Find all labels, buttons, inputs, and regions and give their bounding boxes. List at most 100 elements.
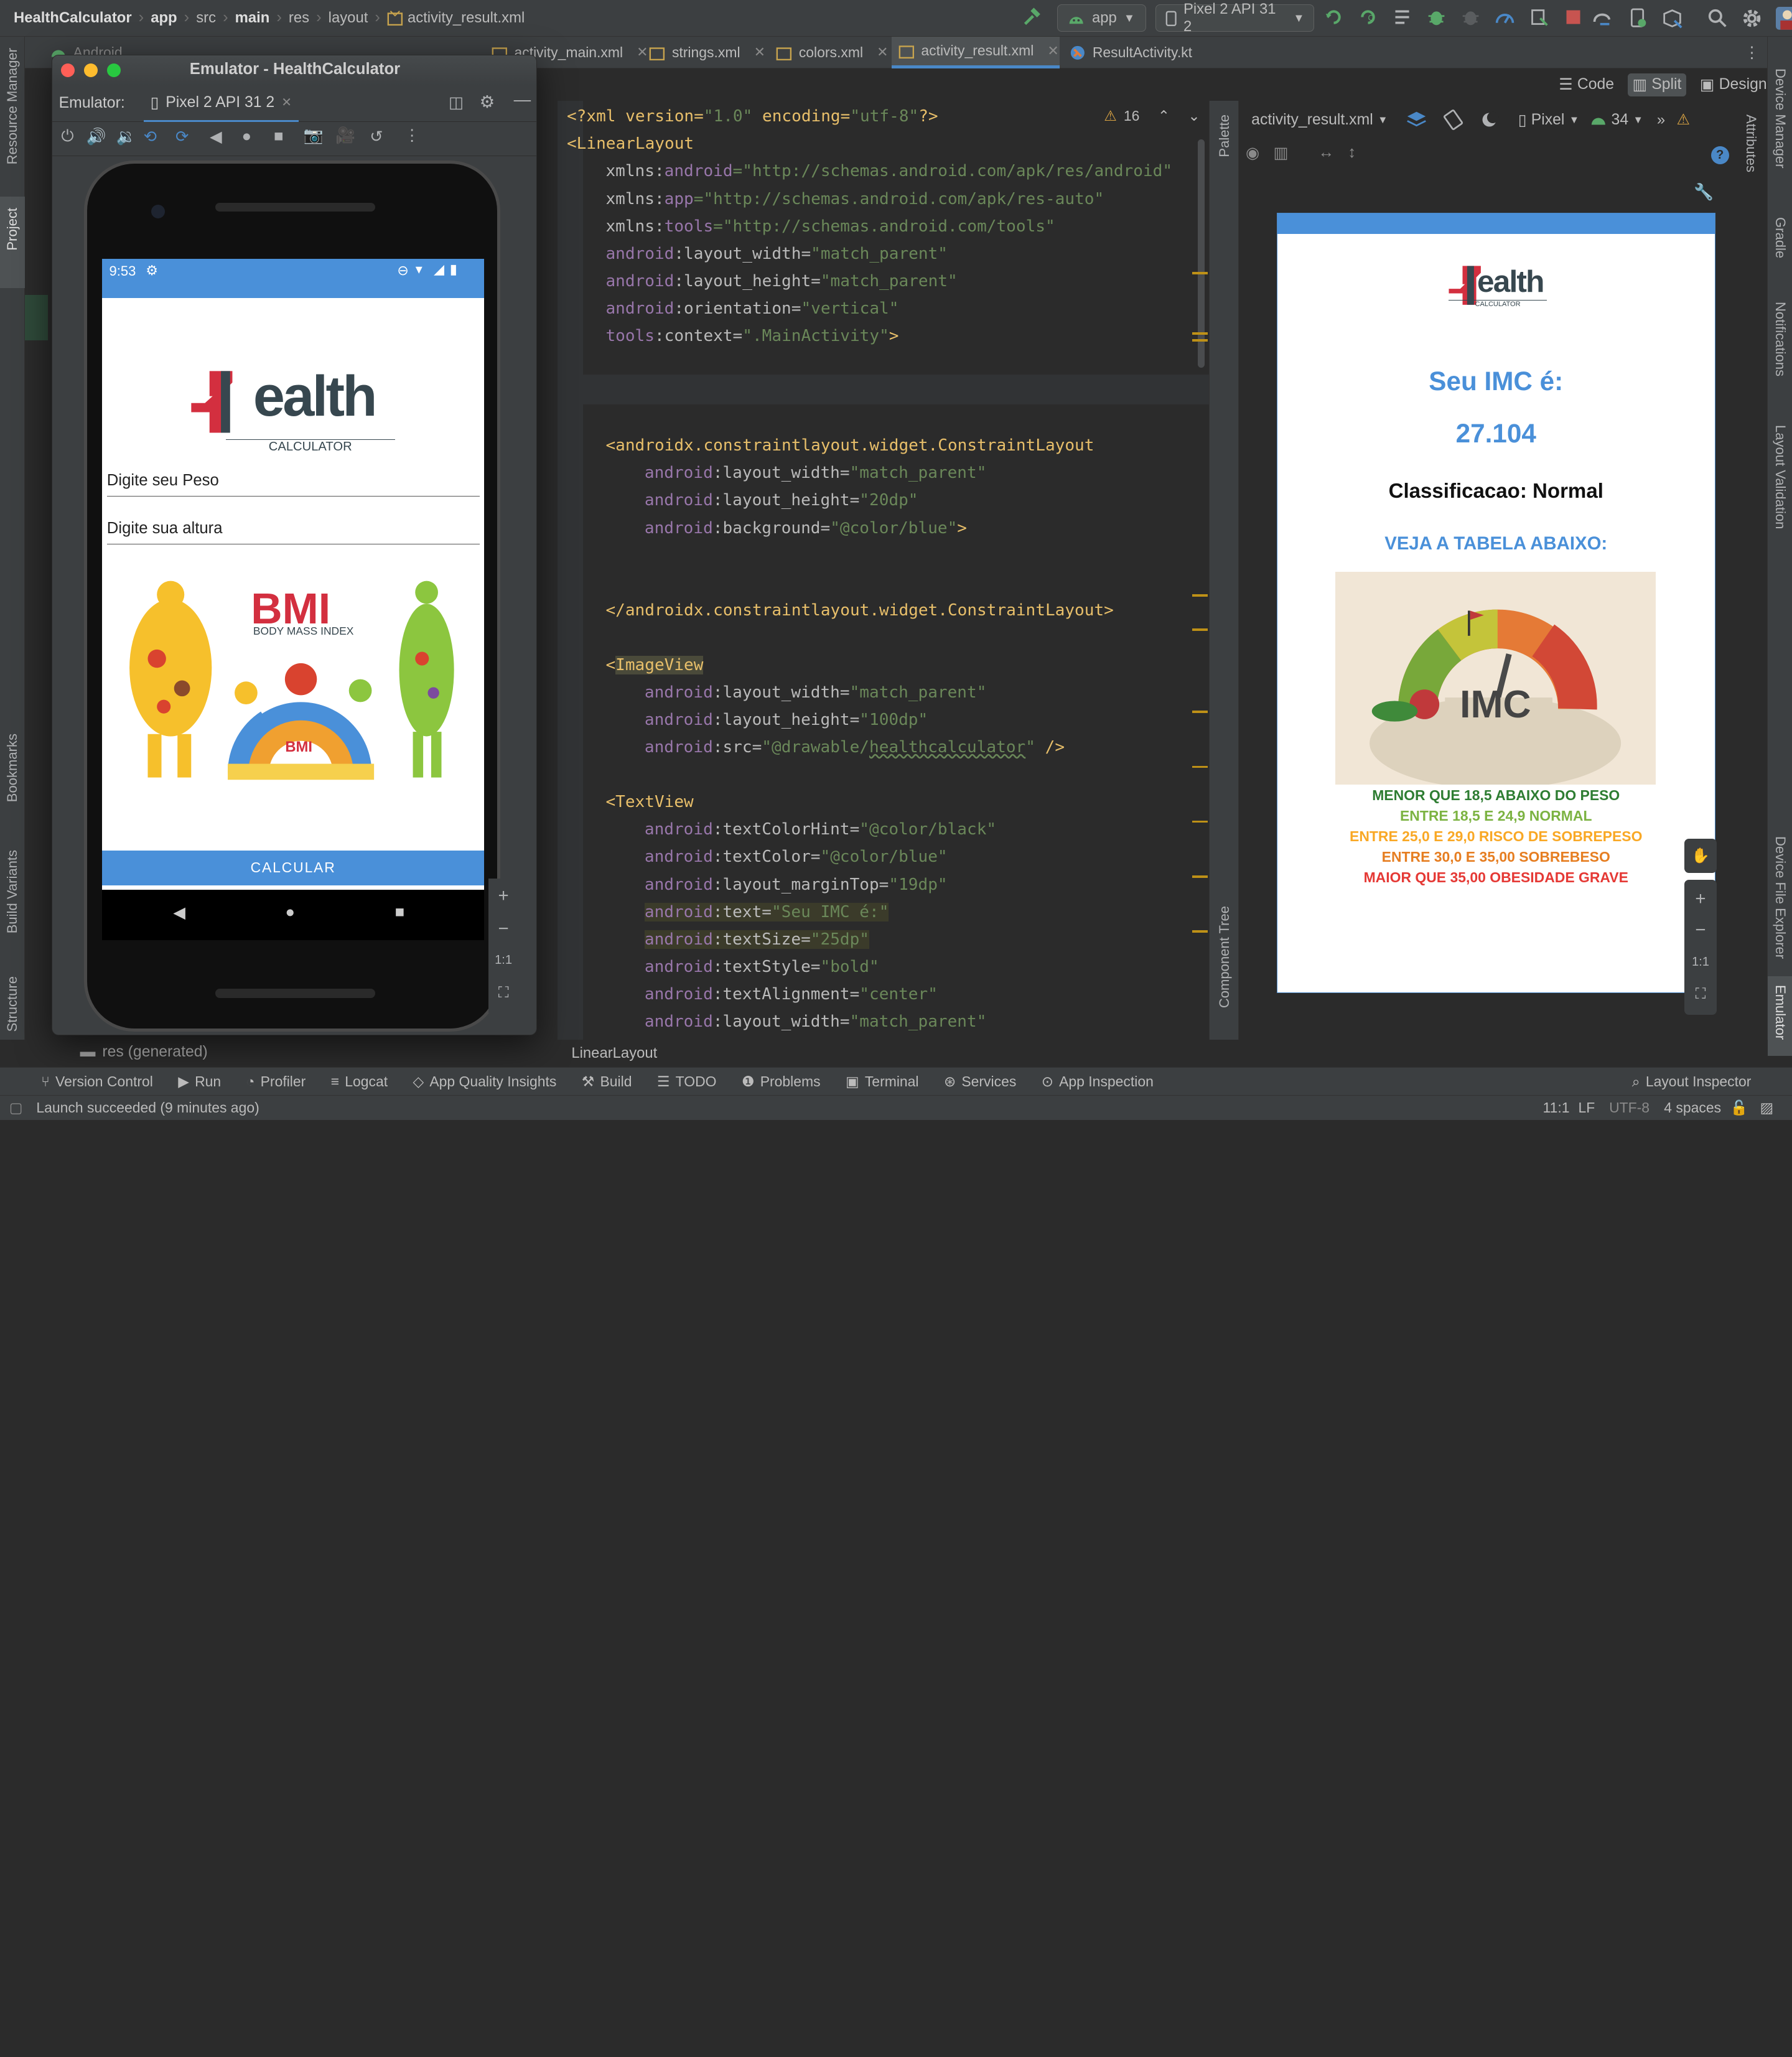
window-mode-icon[interactable]: ◫ bbox=[449, 93, 464, 112]
build-tab[interactable]: ⚒ Build bbox=[582, 1073, 632, 1090]
editor-breadcrumb[interactable]: LinearLayout bbox=[571, 1045, 657, 1062]
avatar[interactable] bbox=[1776, 7, 1792, 30]
chevron-up-icon[interactable]: ⌃ bbox=[1158, 108, 1170, 124]
palette-tab[interactable]: Palette bbox=[1216, 114, 1233, 157]
sdk-manager-icon[interactable] bbox=[1662, 7, 1682, 30]
close-icon[interactable]: ✕ bbox=[1047, 43, 1058, 59]
overview-icon[interactable]: ■ bbox=[274, 128, 284, 146]
tab-strings[interactable]: strings.xml ✕ bbox=[642, 37, 772, 68]
calculate-button[interactable]: CALCULAR bbox=[102, 851, 484, 885]
layers-icon[interactable] bbox=[1406, 110, 1427, 130]
power-icon[interactable]: ⏻ bbox=[61, 128, 73, 146]
attach-process-icon[interactable] bbox=[1529, 7, 1549, 27]
zoom-fit-icon[interactable]: ⛶ bbox=[488, 977, 518, 1009]
breadcrumb-src[interactable]: src bbox=[196, 9, 216, 27]
more-options-icon[interactable]: » bbox=[1657, 111, 1665, 129]
services-tab[interactable]: ⊛ Services bbox=[944, 1073, 1016, 1090]
zoom-actual-size[interactable]: 1:1 bbox=[488, 945, 518, 976]
notifications-tab[interactable]: Notifications bbox=[1772, 302, 1788, 376]
device-manager-icon[interactable] bbox=[1627, 7, 1648, 30]
back-icon[interactable]: ◀ bbox=[210, 128, 222, 146]
gear-icon[interactable]: ⚙ bbox=[480, 92, 495, 112]
build-hammer-icon[interactable] bbox=[1022, 7, 1042, 27]
profiler-tab[interactable]: ◔ Profiler bbox=[246, 1073, 306, 1090]
todo-tab[interactable]: ☰ TODO bbox=[657, 1073, 717, 1090]
height-input[interactable]: Digite sua altura bbox=[106, 520, 480, 545]
close-icon[interactable]: ✕ bbox=[877, 44, 888, 60]
stop-icon[interactable] bbox=[1563, 7, 1584, 27]
design-mode-button[interactable]: ▣ Design bbox=[1695, 73, 1771, 96]
nav-back-icon[interactable]: ◀ bbox=[173, 903, 185, 922]
layout-validation-tab[interactable]: Layout Validation bbox=[1772, 425, 1788, 529]
emulator-tab[interactable]: Emulator bbox=[1772, 985, 1788, 1040]
gear-icon[interactable] bbox=[1742, 7, 1762, 30]
split-mode-button[interactable]: ▥ Split bbox=[1628, 73, 1686, 96]
tab-activity-result[interactable]: activity_result.xml ✕ bbox=[891, 36, 1060, 69]
snapshot-icon[interactable]: ↺ bbox=[370, 128, 383, 146]
sync-gradle-icon[interactable] bbox=[1591, 7, 1614, 30]
breadcrumb-app[interactable]: app bbox=[151, 9, 177, 27]
tab-colors[interactable]: colors.xml ✕ bbox=[769, 37, 895, 68]
run-config-dropdown[interactable]: app ▼ bbox=[1057, 4, 1147, 32]
zoom-out-icon[interactable]: − bbox=[488, 913, 518, 945]
preview-file-dropdown[interactable]: activity_result.xml ▼ bbox=[1251, 111, 1388, 129]
device-file-explorer-tab[interactable]: Device File Explorer bbox=[1772, 836, 1788, 959]
record-icon[interactable]: 🎥 bbox=[335, 126, 355, 145]
search-icon[interactable] bbox=[1707, 7, 1728, 30]
nav-overview-icon[interactable]: ■ bbox=[395, 903, 405, 921]
apply-changes-restart-icon[interactable] bbox=[1323, 7, 1344, 27]
orientation-icon[interactable] bbox=[1443, 110, 1463, 131]
zoom-in-icon[interactable]: + bbox=[1684, 880, 1716, 914]
blueprint-icon[interactable]: ▥ bbox=[1273, 144, 1288, 162]
chevron-down-icon[interactable]: ⌄ bbox=[1188, 108, 1200, 124]
breadcrumb-layout[interactable]: layout bbox=[329, 9, 368, 27]
more-tabs-icon[interactable]: ⋮ bbox=[1744, 44, 1760, 62]
zoom-out-icon[interactable]: − bbox=[1684, 914, 1716, 946]
warning-icon[interactable]: ⚠ bbox=[1676, 111, 1689, 129]
rotate-left-icon[interactable]: ⟲ bbox=[144, 128, 157, 146]
eye-icon[interactable]: ◉ bbox=[1246, 144, 1259, 162]
gradle-tab[interactable]: Gradle bbox=[1772, 217, 1788, 258]
project-tree-item[interactable]: ▬ res (generated) bbox=[80, 1043, 208, 1061]
zoom-actual-size[interactable]: 1:1 bbox=[1684, 946, 1716, 978]
breadcrumb-file[interactable]: activity_result.xml bbox=[408, 9, 525, 27]
bookmarks-tab[interactable]: Bookmarks bbox=[4, 734, 21, 802]
build-variants-tab[interactable]: Build Variants bbox=[4, 850, 21, 933]
attributes-tab[interactable]: Attributes bbox=[1743, 114, 1759, 172]
project-tab[interactable]: Project bbox=[4, 208, 21, 251]
zoom-in-icon[interactable]: + bbox=[488, 879, 518, 913]
breadcrumb-res[interactable]: res bbox=[289, 9, 309, 27]
volume-up-icon[interactable]: 🔊 bbox=[86, 128, 106, 146]
home-icon[interactable]: ● bbox=[242, 128, 252, 146]
attach-debugger-icon[interactable] bbox=[1460, 7, 1481, 27]
layout-inspector-tab[interactable]: ⌕ Layout Inspector bbox=[1632, 1073, 1752, 1090]
wrench-icon[interactable]: 🔧 bbox=[1694, 183, 1714, 202]
caret-position[interactable]: 11:1 bbox=[1543, 1099, 1570, 1116]
camera-icon[interactable]: 📷 bbox=[304, 126, 324, 145]
horizontal-resize-icon[interactable]: ↔ bbox=[1318, 144, 1335, 162]
tab-result-activity[interactable]: ResultActivity.kt bbox=[1063, 37, 1199, 68]
emulator-device-tab[interactable]: ▯ Pixel 2 API 31 2 ✕ bbox=[143, 85, 299, 122]
line-separator[interactable]: LF bbox=[1578, 1099, 1595, 1116]
lock-icon[interactable]: 🔓 bbox=[1730, 1099, 1748, 1116]
night-mode-icon[interactable] bbox=[1479, 110, 1500, 130]
close-icon[interactable]: ✕ bbox=[754, 44, 765, 60]
volume-down-icon[interactable]: 🔉 bbox=[116, 128, 136, 146]
more-options-icon[interactable]: ⋮ bbox=[404, 126, 420, 145]
preview-device-dropdown[interactable]: ▯ Pixel ▼ bbox=[1518, 111, 1579, 129]
nav-home-icon[interactable]: ● bbox=[285, 903, 295, 921]
indent-setting[interactable]: 4 spaces bbox=[1664, 1099, 1721, 1116]
inspection-widget[interactable]: ⚠ 16 ⌃ ⌄ bbox=[1104, 108, 1200, 124]
debug-icon[interactable] bbox=[1426, 7, 1447, 27]
structure-tab[interactable]: Structure bbox=[4, 976, 21, 1032]
problems-tab[interactable]: ❶ Problems bbox=[742, 1073, 821, 1090]
code-editor[interactable]: ⚠ 16 ⌃ ⌄ <?xml version="1.0" encoding="utf-… bbox=[558, 100, 1210, 1040]
breadcrumb-main[interactable]: main bbox=[235, 9, 270, 27]
status-message[interactable]: Launch succeeded (9 minutes ago) bbox=[36, 1099, 259, 1116]
app-quality-insights-tab[interactable]: ◇ App Quality Insights bbox=[413, 1073, 557, 1090]
hide-icon[interactable]: — bbox=[514, 90, 531, 110]
pan-hand-icon[interactable]: ✋ bbox=[1684, 839, 1717, 874]
apply-code-changes-icon[interactable]: C bbox=[1358, 7, 1378, 27]
vertical-resize-icon[interactable]: ↕ bbox=[1348, 144, 1356, 162]
logcat-tab[interactable]: ≡ Logcat bbox=[331, 1073, 388, 1090]
